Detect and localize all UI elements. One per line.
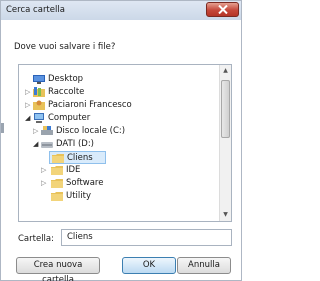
tree-item-paciaroni-francesco[interactable]: ▷ Paciaroni Francesco xyxy=(25,99,132,112)
tree-item-label: Desktop xyxy=(48,74,84,84)
tree-item-label: Disco locale (C:) xyxy=(56,126,126,136)
folder-tree[interactable]: Desktop ▷ Raccolte ▷ Paciaroni Francesco… xyxy=(18,64,232,222)
ok-button[interactable]: OK xyxy=(122,257,176,274)
collapse-arrow-icon[interactable]: ◢ xyxy=(25,113,32,124)
browse-folder-dialog: Cerca cartella Dove vuoi salvare i file?… xyxy=(0,0,242,281)
tree-item-computer[interactable]: ◢ Computer xyxy=(25,112,90,125)
scrollbar-thumb[interactable] xyxy=(221,80,230,138)
folder-icon xyxy=(51,166,63,175)
tree-item-label: IDE xyxy=(66,165,81,175)
title-bar[interactable]: Cerca cartella xyxy=(1,1,241,20)
expand-arrow-icon[interactable]: ▷ xyxy=(25,100,32,111)
folder-name-input[interactable]: Cliens xyxy=(61,229,232,246)
library-icon xyxy=(33,87,45,97)
tree-item-utility[interactable]: Utility xyxy=(41,190,91,203)
expand-arrow-icon[interactable]: ▷ xyxy=(25,87,32,98)
desktop-icon xyxy=(33,75,45,84)
folder-field-label: Cartella: xyxy=(18,234,54,244)
user-folder-icon xyxy=(33,100,45,110)
computer-icon xyxy=(34,113,44,123)
dialog-prompt: Dove vuoi salvare i file? xyxy=(14,42,116,52)
tree-item-label: DATI (D:) xyxy=(56,139,94,149)
new-folder-button[interactable]: Crea nuova cartella xyxy=(16,257,100,281)
tree-item-label: Utility xyxy=(66,191,92,201)
folder-icon xyxy=(51,179,63,188)
tree-item-label: Computer xyxy=(48,113,91,123)
cancel-button[interactable]: Annulla xyxy=(177,257,231,274)
tree-item-label: Paciaroni Francesco xyxy=(48,100,132,110)
tree-item-raccolte[interactable]: ▷ Raccolte xyxy=(25,86,84,99)
scroll-up-icon[interactable]: ▲ xyxy=(220,65,231,77)
tree-item-cliens[interactable]: Cliens xyxy=(49,151,106,164)
drive-icon xyxy=(41,126,53,135)
tree-item-software[interactable]: ▷ Software xyxy=(41,177,103,190)
folder-icon xyxy=(52,154,64,163)
close-button[interactable] xyxy=(206,2,239,17)
collapse-arrow-icon[interactable]: ◢ xyxy=(33,139,40,150)
tree-item-dati[interactable]: ◢ DATI (D:) xyxy=(33,138,94,151)
tree-item-disco-locale[interactable]: ▷ Disco locale (C:) xyxy=(33,125,125,138)
expand-arrow-icon[interactable]: ▷ xyxy=(33,126,40,137)
tree-item-desktop[interactable]: Desktop xyxy=(33,73,83,86)
drive-icon xyxy=(41,142,53,148)
vertical-scrollbar[interactable]: ▲ ▼ xyxy=(219,65,231,221)
edge-marker xyxy=(1,123,4,133)
expand-arrow-icon[interactable]: ▷ xyxy=(41,178,48,189)
scroll-down-icon[interactable]: ▼ xyxy=(220,209,231,221)
tree-item-label: Raccolte xyxy=(48,87,85,97)
folder-icon xyxy=(51,192,63,201)
close-icon xyxy=(218,5,228,14)
expand-arrow-icon[interactable]: ▷ xyxy=(41,165,48,176)
tree-item-ide[interactable]: ▷ IDE xyxy=(41,164,80,177)
window-title: Cerca cartella xyxy=(6,5,65,15)
tree-item-label: Software xyxy=(66,178,104,188)
